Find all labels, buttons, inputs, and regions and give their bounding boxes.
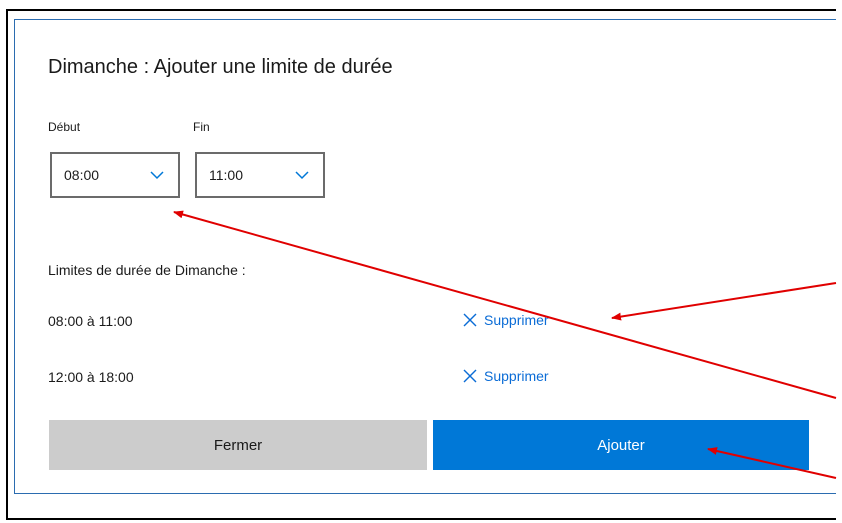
close-x-icon [463,313,477,327]
chevron-down-icon [150,171,164,180]
chevron-down-icon [295,171,309,180]
delete-label: Supprimer [484,312,549,328]
limits-heading: Limites de durée de Dimanche : [48,262,246,278]
delete-limit-2-button[interactable]: Supprimer [462,366,549,386]
limit-range-2: 12:00 à 18:00 [48,369,134,385]
limit-range-1: 08:00 à 11:00 [48,313,133,329]
close-button[interactable]: Fermer [49,420,427,470]
delete-limit-1-button[interactable]: Supprimer [462,310,549,330]
start-label: Début [48,120,81,134]
delete-label: Supprimer [484,368,549,384]
start-time-select[interactable]: 08:00 [50,152,180,198]
end-time-select[interactable]: 11:00 [195,152,325,198]
end-label: Fin [193,120,210,134]
end-time-value: 11:00 [209,167,243,183]
close-x-icon [463,369,477,383]
start-time-value: 08:00 [64,167,100,183]
add-button[interactable]: Ajouter [433,420,809,470]
dialog-title: Dimanche : Ajouter une limite de durée [48,56,393,78]
